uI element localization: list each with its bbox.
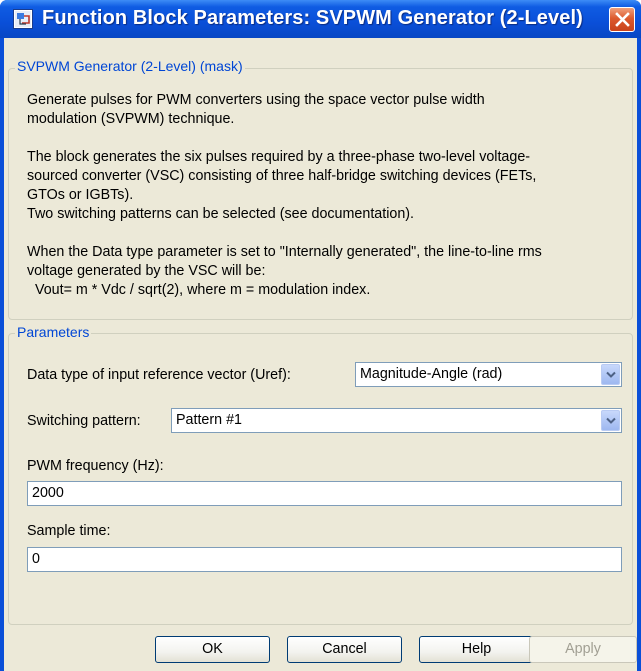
- title-bar[interactable]: Function Block Parameters: SVPWM Generat…: [0, 0, 641, 38]
- description-line: Vout= m * Vdc / sqrt(2), where m = modul…: [27, 282, 371, 298]
- switching-pattern-label: Switching pattern:: [27, 413, 141, 429]
- parameters-legend: Parameters: [15, 324, 92, 340]
- close-button[interactable]: [609, 7, 635, 32]
- description-line: Generate pulses for PWM converters using…: [27, 92, 485, 108]
- window-border-right: [637, 38, 641, 671]
- chevron-down-icon: [606, 371, 616, 378]
- pwm-frequency-input[interactable]: 2000: [27, 481, 622, 506]
- description-line: modulation (SVPWM) technique.: [27, 111, 235, 127]
- sample-time-input[interactable]: 0: [27, 547, 622, 572]
- window-title: Function Block Parameters: SVPWM Generat…: [42, 7, 583, 29]
- dropdown-arrow-button[interactable]: [601, 410, 620, 431]
- pwm-frequency-label: PWM frequency (Hz):: [27, 458, 164, 474]
- close-icon: [615, 12, 630, 27]
- switching-pattern-dropdown[interactable]: Pattern #1: [171, 408, 622, 433]
- switching-pattern-value: Pattern #1: [176, 412, 242, 428]
- data-type-dropdown[interactable]: Magnitude-Angle (rad): [355, 362, 622, 387]
- window-border-left: [0, 38, 4, 671]
- ok-button[interactable]: OK: [155, 636, 270, 663]
- simulink-block-icon: [13, 9, 33, 29]
- description-line: When the Data type parameter is set to "…: [27, 244, 542, 260]
- sample-time-value: 0: [32, 551, 40, 567]
- description-line: GTOs or IGBTs).: [27, 187, 134, 203]
- mask-group-legend: SVPWM Generator (2-Level) (mask): [15, 58, 245, 74]
- sample-time-label: Sample time:: [27, 523, 111, 539]
- apply-button[interactable]: Apply: [529, 636, 637, 663]
- description-line: The block generates the six pulses requi…: [27, 149, 531, 165]
- dialog-body: SVPWM Generator (2-Level) (mask) Generat…: [4, 38, 637, 671]
- description-line: voltage generated by the VSC will be:: [27, 263, 266, 279]
- description-line: Two switching patterns can be selected (…: [27, 206, 415, 222]
- cancel-button[interactable]: Cancel: [287, 636, 402, 663]
- description-line: sourced converter (VSC) consisting of th…: [27, 168, 537, 184]
- data-type-value: Magnitude-Angle (rad): [360, 366, 503, 382]
- help-button[interactable]: Help: [419, 636, 534, 663]
- data-type-label: Data type of input reference vector (Ure…: [27, 367, 291, 383]
- pwm-frequency-value: 2000: [32, 485, 64, 501]
- dropdown-arrow-button[interactable]: [601, 364, 620, 385]
- dialog-window: Function Block Parameters: SVPWM Generat…: [0, 0, 641, 671]
- chevron-down-icon: [606, 417, 616, 424]
